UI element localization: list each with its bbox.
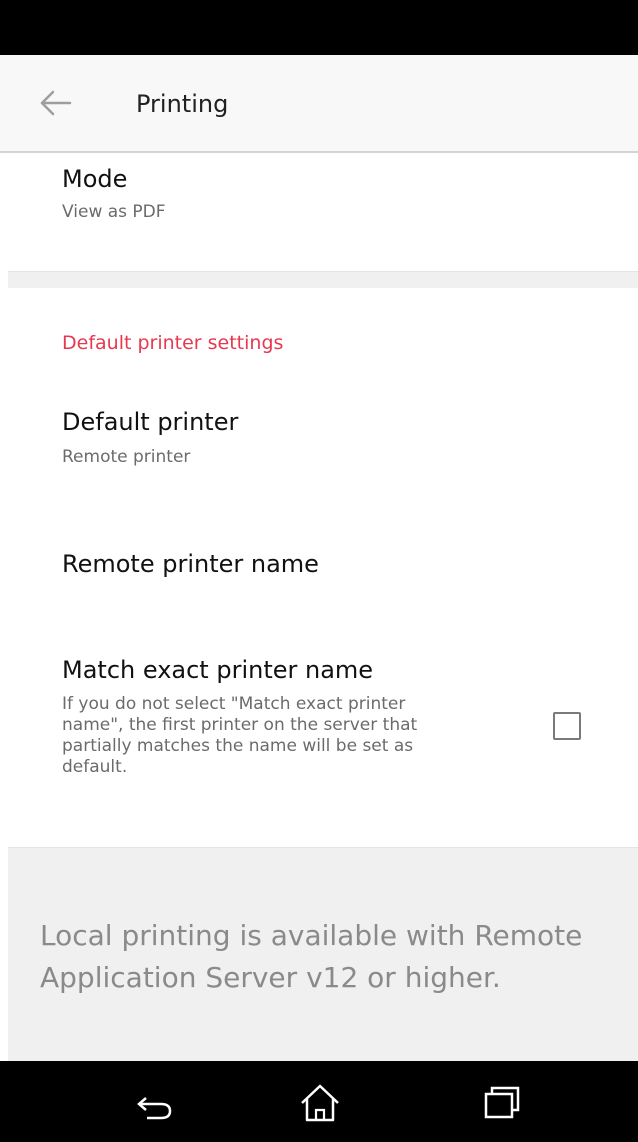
- mode-preference[interactable]: Mode View as PDF: [8, 153, 638, 272]
- info-text-line: Local printing is available with Remote: [40, 919, 583, 952]
- mode-title: Mode: [62, 165, 128, 193]
- page-title: Printing: [136, 90, 229, 118]
- match-exact-summary-line: partially matches the name will be set a…: [62, 736, 414, 756]
- nav-home-icon[interactable]: [290, 1078, 350, 1126]
- match-exact-summary-line: If you do not select "Match exact printe…: [62, 694, 406, 714]
- status-bar: [0, 0, 638, 55]
- screen: Printing Mode View as PDF Default printe…: [0, 0, 638, 1142]
- app-bar: Printing: [0, 55, 638, 153]
- nav-back-icon[interactable]: [125, 1078, 185, 1126]
- default-printer-summary: Remote printer: [62, 447, 191, 467]
- match-exact-summary-line: name", the first printer on the server t…: [62, 715, 418, 735]
- info-text: Local printing is available with Remote …: [40, 915, 610, 999]
- match-exact-summary-line: default.: [62, 757, 128, 777]
- info-footer: Local printing is available with Remote …: [8, 848, 638, 1061]
- default-printer-title: Default printer: [62, 408, 239, 436]
- remote-printer-name-title: Remote printer name: [62, 550, 319, 578]
- settings-list: Mode View as PDF Default printer setting…: [8, 153, 638, 1061]
- system-nav-bar: [0, 1061, 638, 1142]
- mode-summary: View as PDF: [62, 202, 166, 222]
- section-divider: [8, 272, 638, 288]
- default-printer-settings-section: Default printer settings Default printer…: [8, 288, 638, 848]
- info-text-line: Application Server v12 or higher.: [40, 961, 501, 994]
- back-arrow-icon[interactable]: [38, 88, 72, 118]
- match-exact-checkbox[interactable]: [553, 712, 581, 740]
- match-exact-title: Match exact printer name: [62, 656, 374, 684]
- nav-recents-icon[interactable]: [472, 1078, 532, 1126]
- category-header: Default printer settings: [62, 332, 284, 354]
